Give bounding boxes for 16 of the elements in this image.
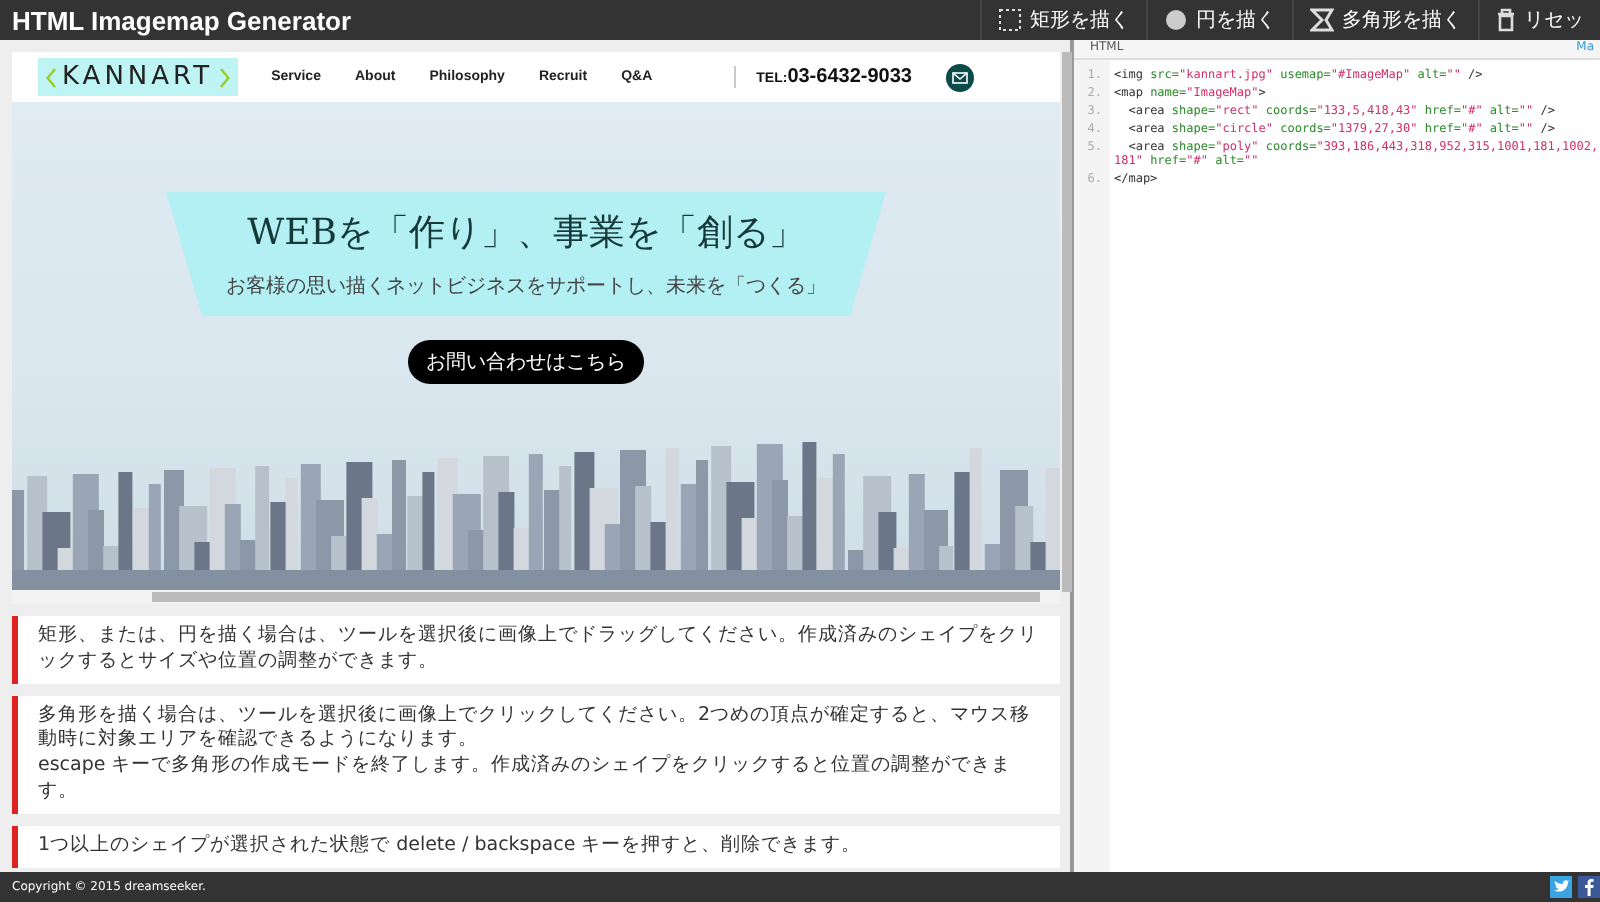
site-logo: KANNART	[38, 58, 238, 96]
dotted-square-icon	[998, 8, 1022, 32]
help-note: 1つ以上のシェイプが選択された状態で delete / backspace キーを押すと、削除できます。	[12, 825, 1060, 868]
trash-icon	[1496, 8, 1516, 32]
mail-icon[interactable]	[945, 63, 974, 91]
letter-f-icon[interactable]	[1578, 876, 1600, 898]
help-note: 矩形、または、円を描く場合は、ツールを選択後に画像上でドラッグしてください。作成済みのシェイプをクリックするとサイズや位置の調整ができます。	[12, 616, 1060, 684]
app-title: HTML Imagemap Generator	[12, 5, 354, 35]
circle-icon	[1164, 8, 1188, 32]
contact-button[interactable]: お問い合わせはこちら	[408, 340, 644, 384]
horizontal-scrollbar[interactable]	[12, 590, 1060, 604]
headline: WEBを「作り」、事業を「創る」	[247, 210, 805, 256]
help-note: 多角形を描く場合は、ツールを選択後に画像上でクリックしてください。2つめの頂点が確定すると、マウス移動時に対象エリアを確認できるようになります。 escape キーで多角形の作成モードを終了します。作成済みのシェイプをクリックすると位置の調整ができます。	[12, 695, 1060, 814]
polygon-icon	[1310, 8, 1334, 32]
vertical-scrollbar[interactable]	[1062, 52, 1072, 592]
tagline: お客様の思い描くネットビジネスをサポートし、未来を「つくる」	[226, 273, 826, 300]
